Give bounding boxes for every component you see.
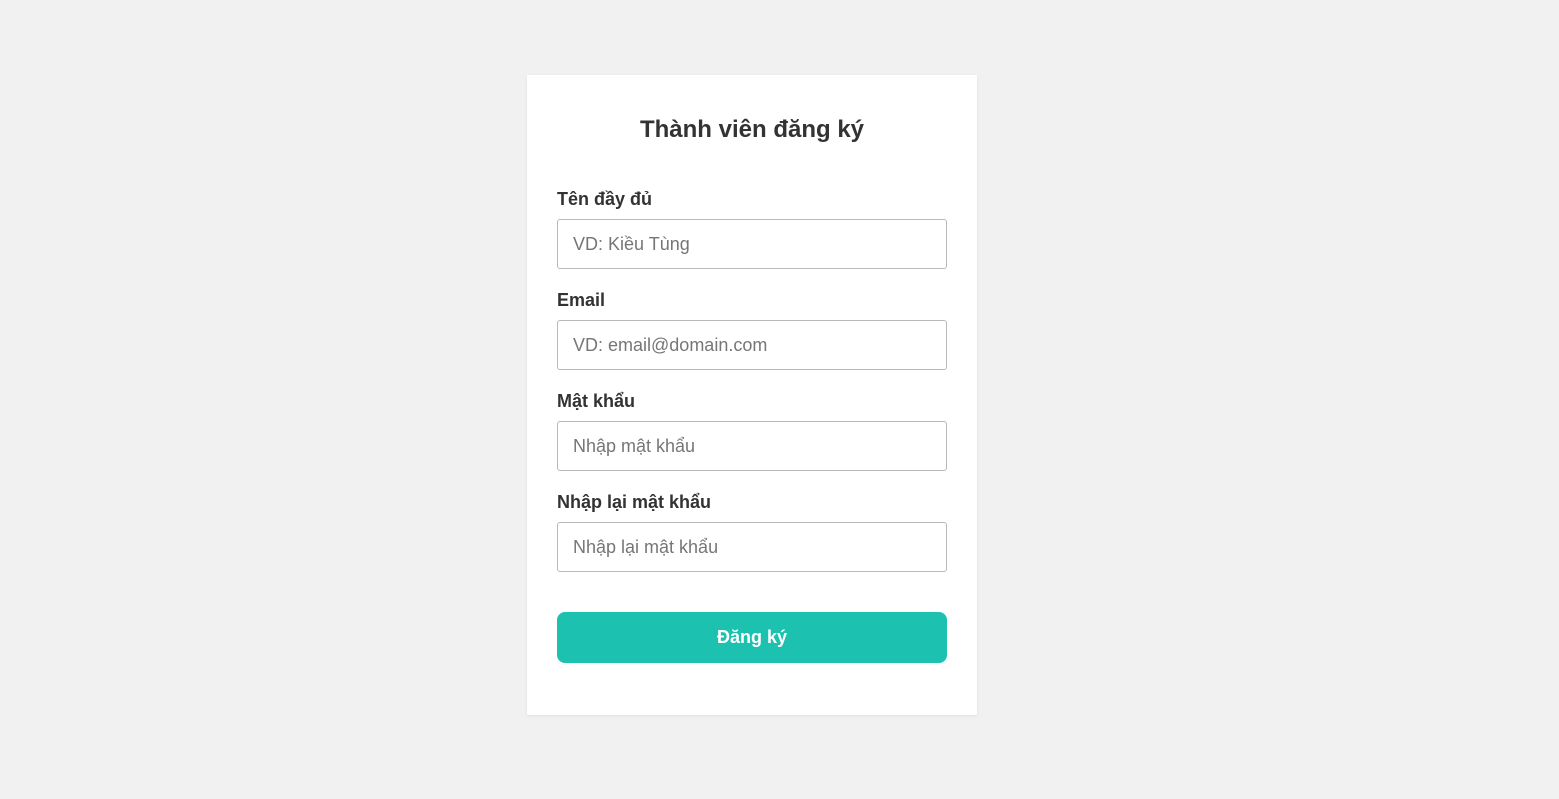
fullname-group: Tên đầy đủ [557,189,947,269]
register-form: Tên đầy đủ Email Mật khẩu Nhập lại mật k… [557,189,947,663]
fullname-input[interactable] [557,219,947,269]
register-button[interactable]: Đăng ký [557,612,947,663]
page: Thành viên đăng ký Tên đầy đủ Email Mật … [0,0,1559,799]
password-group: Mật khẩu [557,391,947,471]
password-label: Mật khẩu [557,391,636,411]
fullname-label: Tên đầy đủ [557,189,653,209]
email-label: Email [557,290,606,310]
confirm-password-group: Nhập lại mật khẩu [557,492,947,572]
confirm-password-input[interactable] [557,522,947,572]
register-card: Thành viên đăng ký Tên đầy đủ Email Mật … [527,75,977,715]
confirm-password-label: Nhập lại mật khẩu [557,492,712,512]
password-input[interactable] [557,421,947,471]
form-title: Thành viên đăng ký [639,116,865,143]
email-group: Email [557,290,947,370]
email-input[interactable] [557,320,947,370]
